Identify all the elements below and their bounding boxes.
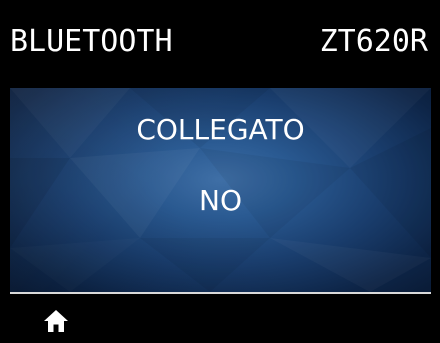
printer-display: BLUETOOTH ZT620R COLLEGATO NO	[0, 0, 440, 343]
footer-bar	[0, 294, 440, 343]
setting-label: COLLEGATO	[136, 113, 305, 146]
page-title: BLUETOOTH	[10, 24, 173, 59]
home-icon	[44, 310, 68, 332]
home-button[interactable]	[36, 304, 76, 338]
header-bar: BLUETOOTH ZT620R	[0, 0, 440, 88]
printer-model: ZT620R	[319, 24, 428, 59]
setting-value[interactable]: NO	[10, 184, 431, 218]
setting-panel[interactable]: COLLEGATO NO	[10, 88, 431, 292]
